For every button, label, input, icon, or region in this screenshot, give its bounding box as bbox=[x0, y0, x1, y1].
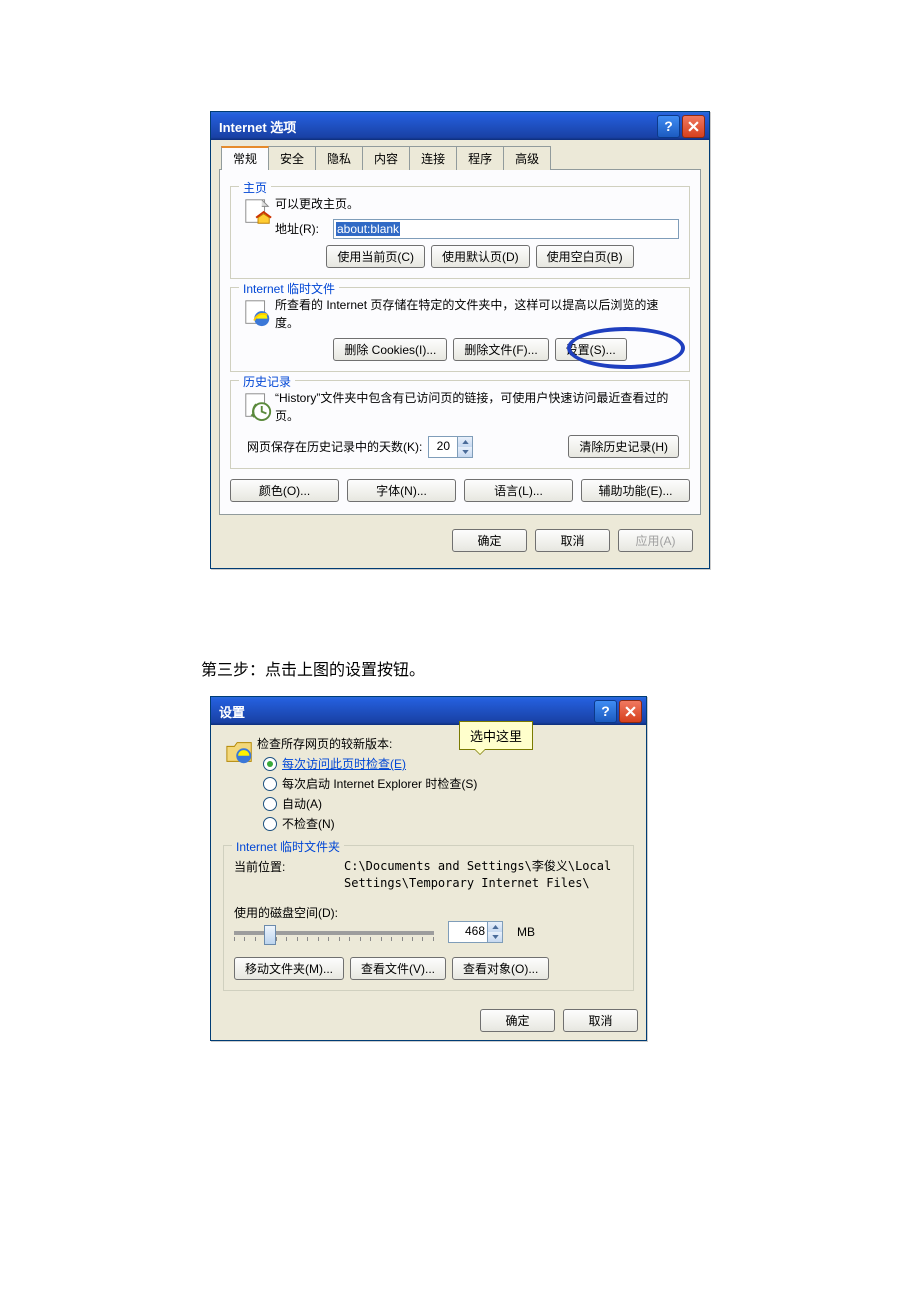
temp-files-fieldset: Internet 临时文件 所查看的 Internet 页存储在特定的文件夹 bbox=[230, 287, 690, 372]
radio-label: 自动(A) bbox=[282, 795, 322, 812]
move-folder-button[interactable]: 移动文件夹(M)... bbox=[234, 957, 344, 980]
tab-advanced[interactable]: 高级 bbox=[503, 146, 551, 170]
close-button[interactable] bbox=[682, 115, 705, 138]
disk-slider[interactable] bbox=[234, 931, 434, 935]
radio-label: 每次访问此页时检查(E) bbox=[282, 755, 406, 772]
tab-programs[interactable]: 程序 bbox=[456, 146, 504, 170]
spinner-up[interactable] bbox=[457, 437, 472, 447]
home-desc: 可以更改主页。 bbox=[275, 195, 679, 213]
temp-desc: 所查看的 Internet 页存储在特定的文件夹中，这样可以提高以后浏览的速度。 bbox=[275, 296, 679, 332]
disk-value: 468 bbox=[449, 922, 487, 942]
disk-unit: MB bbox=[517, 925, 535, 939]
delete-files-button[interactable]: 删除文件(F)... bbox=[453, 338, 548, 361]
home-icon bbox=[241, 195, 275, 227]
slider-thumb[interactable] bbox=[264, 925, 276, 945]
view-objects-button[interactable]: 查看对象(O)... bbox=[452, 957, 549, 980]
days-label: 网页保存在历史记录中的天数(K): bbox=[247, 438, 422, 455]
radio-auto[interactable]: 自动(A) bbox=[263, 795, 634, 812]
title-text: 设置 bbox=[219, 702, 592, 721]
view-files-button[interactable]: 查看文件(V)... bbox=[350, 957, 446, 980]
step-text: 第三步：点击上图的设置按钮。 bbox=[201, 656, 425, 680]
radio-label: 每次启动 Internet Explorer 时检查(S) bbox=[282, 775, 477, 792]
disk-spinner[interactable]: 468 bbox=[448, 921, 503, 943]
days-spinner[interactable]: 20 bbox=[428, 436, 473, 458]
apply-button[interactable]: 应用(A) bbox=[618, 529, 693, 552]
address-input[interactable]: about:blank bbox=[333, 219, 679, 239]
tab-panel-general: 主页 可以更改主页。 bbox=[219, 169, 701, 515]
settings-body: 选中这里 检查所存网页的较新版本: 每次访问此页时检查(E) bbox=[211, 725, 646, 991]
history-desc: “History”文件夹中包含有已访问页的链接，可使用户快速访问最近查看过的页。 bbox=[275, 389, 679, 425]
tab-general[interactable]: 常规 bbox=[221, 146, 269, 170]
cancel-button[interactable]: 取消 bbox=[535, 529, 610, 552]
colors-button[interactable]: 颜色(O)... bbox=[230, 479, 339, 502]
temp-folder-legend: Internet 临时文件夹 bbox=[232, 838, 344, 855]
radio-label: 不检查(N) bbox=[282, 815, 335, 832]
ie-folder-icon bbox=[223, 735, 257, 767]
spinner-up[interactable] bbox=[487, 922, 502, 932]
radio-every-visit[interactable]: 每次访问此页时检查(E) bbox=[263, 755, 634, 772]
radio-never[interactable]: 不检查(N) bbox=[263, 815, 634, 832]
use-current-button[interactable]: 使用当前页(C) bbox=[326, 245, 425, 268]
close-button[interactable] bbox=[619, 700, 642, 723]
settings-dialog: 设置 ? 选中这里 检查所存网页的较新版本: bbox=[210, 696, 647, 1041]
spinner-down[interactable] bbox=[487, 932, 502, 942]
use-default-button[interactable]: 使用默认页(D) bbox=[431, 245, 530, 268]
disk-label: 使用的磁盘空间(D): bbox=[234, 904, 623, 921]
loc-label: 当前位置: bbox=[234, 858, 344, 892]
use-blank-button[interactable]: 使用空白页(B) bbox=[536, 245, 634, 268]
callout: 选中这里 bbox=[459, 721, 533, 750]
homepage-legend: 主页 bbox=[239, 179, 271, 196]
temp-folder-fieldset: Internet 临时文件夹 当前位置: C:\Documents and Se… bbox=[223, 845, 634, 991]
loc-value: C:\Documents and Settings\李俊义\Local Sett… bbox=[344, 858, 623, 892]
check-label: 检查所存网页的较新版本: bbox=[257, 735, 634, 752]
cancel-button[interactable]: 取消 bbox=[563, 1009, 638, 1032]
address-label: 地址(R): bbox=[275, 220, 333, 238]
clear-history-button[interactable]: 清除历史记录(H) bbox=[568, 435, 679, 458]
languages-button[interactable]: 语言(L)... bbox=[464, 479, 573, 502]
radio-every-start[interactable]: 每次启动 Internet Explorer 时检查(S) bbox=[263, 775, 634, 792]
fonts-button[interactable]: 字体(N)... bbox=[347, 479, 456, 502]
homepage-fieldset: 主页 可以更改主页。 bbox=[230, 186, 690, 279]
titlebar[interactable]: 设置 ? bbox=[211, 697, 646, 725]
title-text: Internet 选项 bbox=[219, 117, 655, 136]
tab-security[interactable]: 安全 bbox=[268, 146, 316, 170]
help-button[interactable]: ? bbox=[657, 115, 680, 138]
temp-legend: Internet 临时文件 bbox=[239, 280, 339, 297]
tab-content[interactable]: 内容 bbox=[362, 146, 410, 170]
spinner-down[interactable] bbox=[457, 447, 472, 457]
history-legend: 历史记录 bbox=[239, 373, 295, 390]
ok-button[interactable]: 确定 bbox=[480, 1009, 555, 1032]
delete-cookies-button[interactable]: 删除 Cookies(I)... bbox=[333, 338, 447, 361]
settings-button[interactable]: 设置(S)... bbox=[555, 338, 627, 361]
internet-options-dialog: Internet 选项 ? 常规 安全 隐私 内容 连接 程序 高级 主页 bbox=[210, 111, 710, 569]
days-value: 20 bbox=[429, 437, 457, 457]
tab-privacy[interactable]: 隐私 bbox=[315, 146, 363, 170]
help-button[interactable]: ? bbox=[594, 700, 617, 723]
address-value: about:blank bbox=[336, 222, 400, 236]
tabs: 常规 安全 隐私 内容 连接 程序 高级 bbox=[219, 146, 701, 170]
titlebar[interactable]: Internet 选项 ? bbox=[211, 112, 709, 140]
history-icon bbox=[241, 389, 275, 421]
ok-button[interactable]: 确定 bbox=[452, 529, 527, 552]
ie-icon bbox=[241, 296, 275, 328]
tab-connections[interactable]: 连接 bbox=[409, 146, 457, 170]
history-fieldset: 历史记录 “History”文件夹中包含有 bbox=[230, 380, 690, 469]
accessibility-button[interactable]: 辅助功能(E)... bbox=[581, 479, 690, 502]
